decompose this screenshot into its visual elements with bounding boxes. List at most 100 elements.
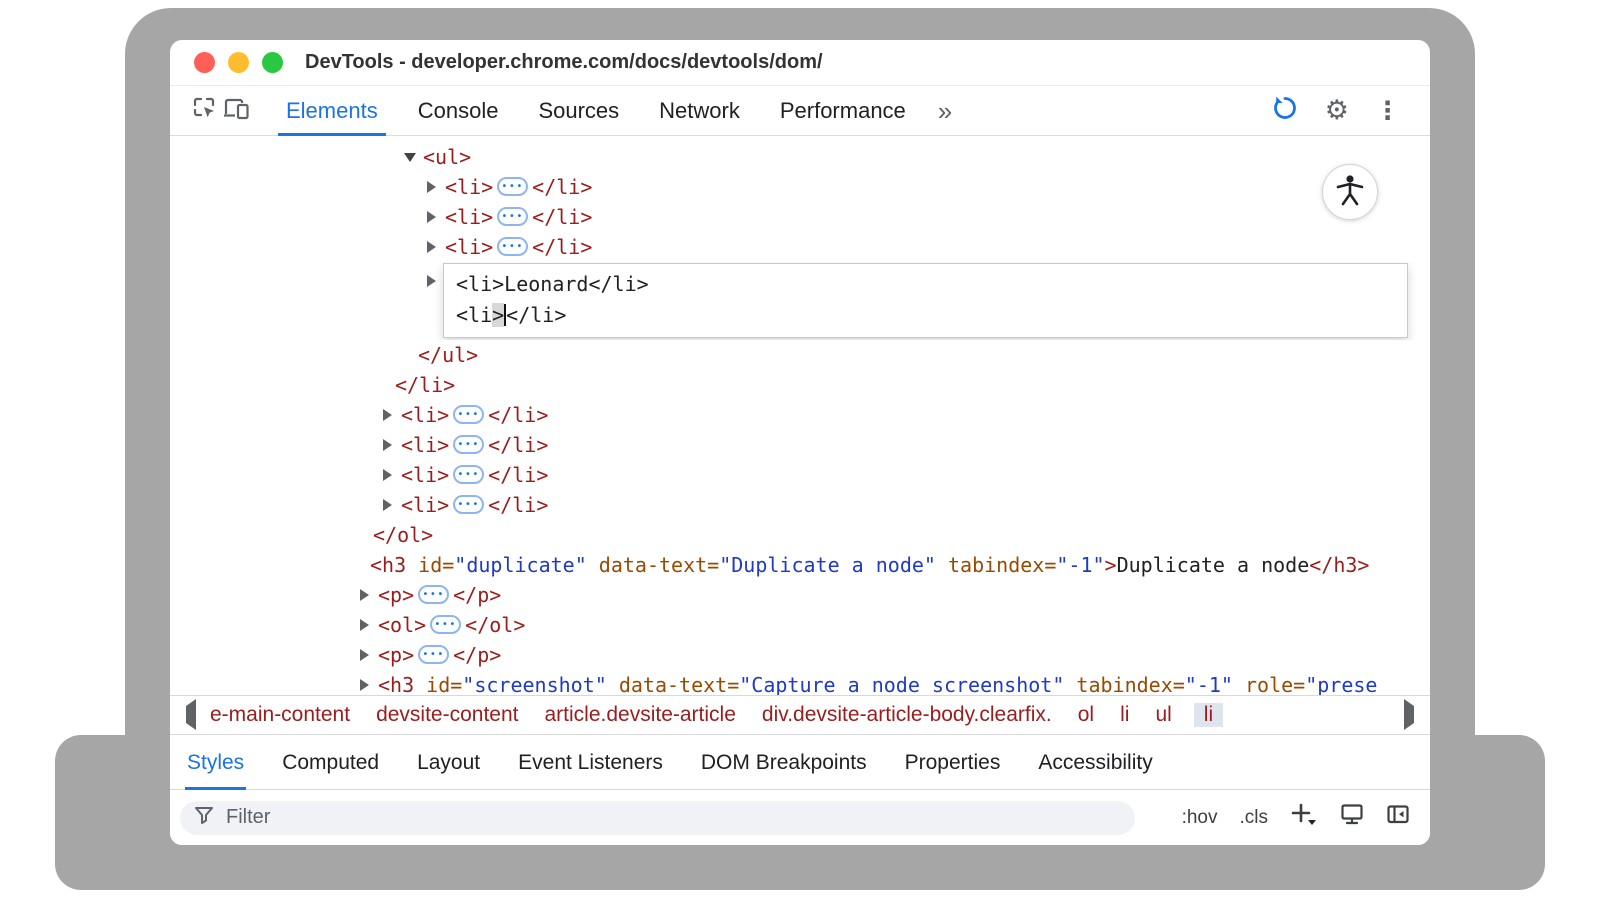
code-token: </p> (453, 583, 501, 607)
breadcrumb-item[interactable]: e-main-content (210, 703, 350, 727)
expand-arrow-icon[interactable] (427, 211, 436, 223)
styles-tab-event-listeners[interactable]: Event Listeners (518, 735, 663, 790)
tab-performance[interactable]: Performance (760, 86, 926, 136)
tree-row[interactable]: <li>•••</li> (170, 430, 1430, 460)
styles-filter-input[interactable]: Filter (180, 801, 1135, 835)
more-tabs-button[interactable]: » (938, 86, 952, 136)
tree-row[interactable]: <ol>•••</ol> (170, 610, 1430, 640)
code-token: tabindex= (936, 553, 1056, 577)
breadcrumb-scroll-left-button[interactable] (186, 706, 196, 724)
minimize-window-button[interactable] (228, 52, 249, 73)
tree-row[interactable]: <li>•••</li> (170, 202, 1430, 232)
breadcrumb-item[interactable]: li (1194, 703, 1223, 727)
inline-expand-button[interactable]: ••• (453, 465, 484, 484)
selected-char: > (492, 303, 504, 327)
expand-arrow-icon[interactable] (360, 619, 369, 631)
toolbar-right-icons: ⚙ ⋮ (1271, 94, 1400, 127)
styles-tab-styles[interactable]: Styles (187, 735, 244, 790)
tree-row[interactable]: <li>Leonard</li><li></li> (170, 262, 1430, 340)
tree-row[interactable]: </ol> (170, 520, 1430, 550)
expand-arrow-icon[interactable] (360, 649, 369, 661)
inline-expand-button[interactable]: ••• (497, 237, 528, 256)
styles-tab-dom-breakpoints[interactable]: DOM Breakpoints (701, 735, 867, 790)
expand-arrow-icon[interactable] (383, 439, 392, 451)
tree-row[interactable]: </li> (170, 370, 1430, 400)
inspect-element-button[interactable] (188, 95, 220, 126)
code-token: <li> (445, 175, 493, 199)
styles-tab-computed[interactable]: Computed (282, 735, 379, 790)
tab-sources[interactable]: Sources (518, 86, 639, 136)
refresh-circle-icon (1271, 109, 1299, 126)
tree-row[interactable]: <li>•••</li> (170, 400, 1430, 430)
tab-network[interactable]: Network (639, 86, 760, 136)
code-token: <li> (401, 403, 449, 427)
code-token: <li> (445, 235, 493, 259)
zoom-window-button[interactable] (262, 52, 283, 73)
inline-expand-button[interactable]: ••• (418, 645, 449, 664)
expand-arrow-icon[interactable] (427, 241, 436, 253)
code-token: <p> (378, 583, 414, 607)
close-window-button[interactable] (194, 52, 215, 73)
inline-expand-button[interactable]: ••• (497, 177, 528, 196)
chevron-left-icon (186, 699, 196, 730)
breadcrumb-item[interactable]: ul (1155, 703, 1171, 727)
code-token: </li> (488, 403, 548, 427)
tree-row[interactable]: <p>•••</p> (170, 580, 1430, 610)
code-token: <p> (378, 643, 414, 667)
accessibility-button[interactable] (1322, 164, 1378, 220)
element-classes-button[interactable]: .cls (1240, 807, 1269, 829)
element-edit-box[interactable]: <li>Leonard</li><li></li> (443, 263, 1408, 338)
breadcrumb-item[interactable]: ol (1078, 703, 1094, 727)
breadcrumb-item[interactable]: article.devsite-article (545, 703, 736, 727)
tab-console[interactable]: Console (398, 86, 519, 136)
activity-indicator-button[interactable] (1271, 94, 1299, 127)
toggle-rendering-emulations-button[interactable] (1340, 803, 1364, 832)
inline-expand-button[interactable]: ••• (453, 495, 484, 514)
new-style-rule-button[interactable] (1290, 801, 1318, 834)
expand-arrow-icon[interactable] (427, 275, 436, 287)
edit-line: <li></li> (456, 300, 1395, 331)
breadcrumb-item[interactable]: li (1120, 703, 1129, 727)
tree-row[interactable]: <li>•••</li> (170, 232, 1430, 262)
breadcrumb-scroll-right-button[interactable] (1404, 706, 1414, 724)
tab-elements[interactable]: Elements (266, 86, 398, 136)
styles-tab-properties[interactable]: Properties (905, 735, 1001, 790)
styles-tab-layout[interactable]: Layout (417, 735, 480, 790)
code-token: "-1" (1185, 673, 1233, 695)
expand-arrow-icon[interactable] (360, 679, 369, 691)
inline-expand-button[interactable]: ••• (418, 585, 449, 604)
tree-row[interactable]: <li>•••</li> (170, 460, 1430, 490)
chevron-right-icon (1404, 699, 1414, 730)
settings-gear-icon[interactable]: ⚙ (1325, 97, 1349, 124)
inline-expand-button[interactable]: ••• (453, 405, 484, 424)
inline-expand-button[interactable]: ••• (430, 615, 461, 634)
code-token: </li> (488, 433, 548, 457)
code-token: role= (1233, 673, 1305, 695)
filter-placeholder: Filter (226, 806, 270, 829)
kebab-menu-icon[interactable]: ⋮ (1375, 98, 1400, 123)
code-token: </h3> (1309, 553, 1369, 577)
tree-row[interactable]: <li>•••</li> (170, 490, 1430, 520)
toggle-sidebar-button[interactable] (1386, 804, 1410, 831)
expand-arrow-icon[interactable] (383, 409, 392, 421)
expand-arrow-icon[interactable] (427, 181, 436, 193)
tree-row[interactable]: </ul> (170, 340, 1430, 370)
tree-row[interactable]: <h3 id="screenshot" data-text="Capture a… (170, 670, 1430, 695)
styles-tab-accessibility[interactable]: Accessibility (1038, 735, 1152, 790)
tree-row[interactable]: <h3 id="duplicate" data-text="Duplicate … (170, 550, 1430, 580)
expand-arrow-icon[interactable] (383, 469, 392, 481)
code-token: "-1" (1056, 553, 1104, 577)
device-toolbar-button[interactable] (220, 96, 252, 125)
expand-arrow-icon[interactable] (360, 589, 369, 601)
breadcrumb-item[interactable]: devsite-content (376, 703, 518, 727)
collapse-arrow-icon[interactable] (404, 153, 416, 162)
inspect-cursor-icon (191, 95, 217, 126)
tree-row[interactable]: <p>•••</p> (170, 640, 1430, 670)
expand-arrow-icon[interactable] (383, 499, 392, 511)
tree-row[interactable]: <ul> (170, 142, 1430, 172)
inline-expand-button[interactable]: ••• (453, 435, 484, 454)
tree-row[interactable]: <li>•••</li> (170, 172, 1430, 202)
breadcrumb-item[interactable]: div.devsite-article-body.clearfix. (762, 703, 1052, 727)
toggle-element-state-button[interactable]: :hov (1182, 807, 1218, 829)
inline-expand-button[interactable]: ••• (497, 207, 528, 226)
